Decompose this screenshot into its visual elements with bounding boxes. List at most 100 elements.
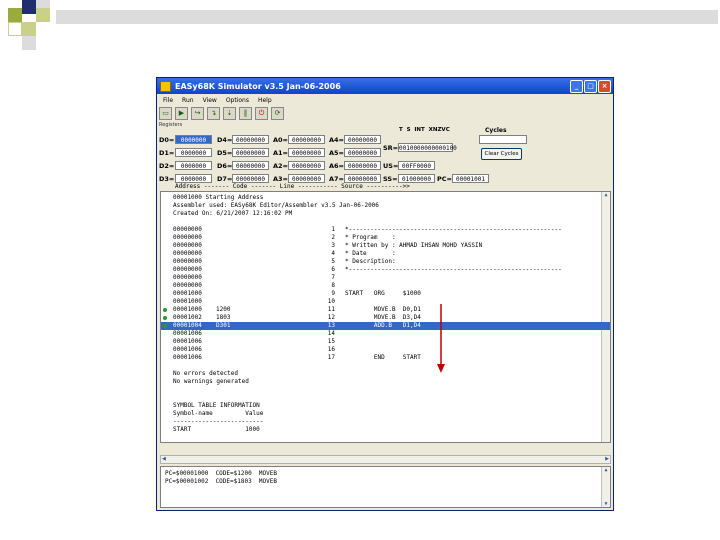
register-field[interactable]: 00000000	[232, 174, 269, 183]
register-label: A2=	[273, 162, 288, 170]
listing-row[interactable]	[161, 386, 610, 394]
listing-row[interactable]	[161, 362, 610, 370]
listing-row[interactable]: 00001006 17 END START	[161, 354, 610, 362]
listing-row[interactable]: 00001006 16	[161, 346, 610, 354]
register-field[interactable]: 00000000	[344, 148, 381, 157]
listing-address: 00001006	[173, 346, 202, 353]
scroll-down-icon[interactable]: ▼	[602, 501, 610, 507]
flags-header: T S INT XNZVC	[399, 127, 450, 133]
listing-pane[interactable]: ▲ 00001000 Starting Address Assembler use…	[160, 191, 611, 443]
listing-row[interactable]: 00001004 D301 13 ADD.B D1,D4	[161, 322, 610, 330]
register-field[interactable]: 0000000	[175, 135, 212, 144]
listing-row[interactable]: Created On: 6/21/2007 12:16:02 PM	[161, 210, 610, 218]
listing-row[interactable]: 00000000 3 * Written by : AHMAD IHSAN MOHD…	[161, 242, 610, 250]
output-scrollbar[interactable]: ▲ ▼	[601, 467, 610, 507]
listing-row[interactable]: No warnings generated	[161, 378, 610, 386]
listing-row[interactable]: SYMBOL TABLE INFORMATION	[161, 402, 610, 410]
listing-text: SYMBOL TABLE INFORMATION	[173, 402, 260, 409]
listing-address: 00001004	[173, 322, 202, 329]
close-icon[interactable]: ×	[598, 80, 611, 93]
scroll-left-icon[interactable]: ◀	[162, 456, 166, 462]
register-field[interactable]: 00000000	[288, 148, 325, 157]
app-icon	[160, 80, 171, 92]
listing-row[interactable]: 00000000 7	[161, 274, 610, 282]
maximize-icon[interactable]: □	[584, 80, 597, 93]
register-field[interactable]: 00000000	[344, 174, 381, 183]
reload-icon[interactable]: ⟳	[271, 107, 284, 120]
register-label: D1=	[159, 149, 175, 157]
menu-file[interactable]: File	[163, 97, 173, 104]
step-icon[interactable]: ⇣	[223, 107, 236, 120]
register-field[interactable]: 00000000	[288, 161, 325, 170]
listing-row[interactable]: 00001000 9 START ORG $1000	[161, 290, 610, 298]
register-field[interactable]: 00000000	[288, 174, 325, 183]
listing-line-number: 1	[331, 226, 335, 233]
listing-row[interactable]: 00001006 14	[161, 330, 610, 338]
register-field[interactable]: 00FF0000	[398, 161, 435, 170]
minimize-icon[interactable]: _	[570, 80, 583, 93]
listing-text: No warnings generated	[173, 378, 249, 385]
listing-row[interactable]: 00000000 5 * Description:	[161, 258, 610, 266]
scroll-up-icon[interactable]: ▲	[602, 467, 610, 473]
listing-column-header: Address ------- Code ------- Line ------…	[175, 183, 410, 190]
listing-row[interactable]: No errors detected	[161, 370, 610, 378]
menu-view[interactable]: View	[203, 97, 217, 104]
register-field[interactable]: 00000000	[232, 148, 269, 157]
horizontal-scrollbar[interactable]: ◀ ▶	[160, 455, 611, 464]
cycles-field[interactable]	[479, 135, 527, 144]
listing-row[interactable]: START 1000	[161, 426, 610, 434]
listing-line-number: 12	[327, 314, 335, 321]
register-field[interactable]: 0000000	[175, 161, 212, 170]
listing-row[interactable]: -------------------------	[161, 418, 610, 426]
menu-run[interactable]: Run	[182, 97, 194, 104]
listing-row[interactable]: 00001000 1200 11 MOVE.B D0,D1	[161, 306, 610, 314]
listing-row[interactable]: 00000000 4 * Date :	[161, 250, 610, 258]
register-field[interactable]: 00001001	[452, 174, 489, 183]
output-pane[interactable]: ▲ ▼ PC=$00001000 CODE=$1200 MOVEB PC=$000…	[160, 466, 611, 508]
open-icon[interactable]: ▭	[159, 107, 172, 120]
menu-help[interactable]: Help	[258, 97, 272, 104]
listing-row[interactable]: 00001000 10	[161, 298, 610, 306]
register-field[interactable]: 00000000	[232, 161, 269, 170]
reset-icon[interactable]: ⏻	[255, 107, 268, 120]
breakpoint-icon[interactable]	[163, 308, 167, 312]
step-over-icon[interactable]: ↪	[191, 107, 204, 120]
listing-row[interactable]	[161, 394, 610, 402]
listing-row[interactable]: 00000000 6 *------------------------------…	[161, 266, 610, 274]
register-field[interactable]: 00000000	[344, 135, 381, 144]
listing-row[interactable]: 00000000 2 * Program :	[161, 234, 610, 242]
listing-address: 00000000	[173, 282, 202, 289]
listing-row[interactable]	[161, 218, 610, 226]
listing-row[interactable]: 00001000 Starting Address	[161, 194, 610, 202]
simulator-window: EASy68K Simulator v3.5 Jan-06-2006 _ □ ×…	[156, 77, 614, 511]
register-field[interactable]: 01000000	[398, 174, 435, 183]
register-field[interactable]: 0000000	[175, 174, 212, 183]
trace-icon[interactable]: ↴	[207, 107, 220, 120]
listing-row[interactable]: 00001002 1803 12 MOVE.B D3,D4	[161, 314, 610, 322]
register-field[interactable]: 00000000	[232, 135, 269, 144]
register-field[interactable]: 00000000	[288, 135, 325, 144]
listing-row[interactable]: 00001006 15	[161, 338, 610, 346]
breakpoint-icon[interactable]	[163, 316, 167, 320]
scroll-right-icon[interactable]: ▶	[605, 456, 609, 462]
listing-row[interactable]: 00000000 1 *------------------------------…	[161, 226, 610, 234]
listing-line-number: 13	[327, 322, 335, 329]
register-field[interactable]: 0010000000000100	[398, 143, 457, 152]
breakpoint-icon[interactable]	[163, 324, 167, 328]
title-bar[interactable]: EASy68K Simulator v3.5 Jan-06-2006 _ □ ×	[157, 78, 613, 94]
listing-source: START ORG $1000	[345, 290, 421, 297]
register-field[interactable]: 0000000	[175, 148, 212, 157]
run-icon[interactable]: ▶	[175, 107, 188, 120]
clear-cycles-button[interactable]: Clear Cycles	[481, 148, 522, 160]
register-label: D0=	[159, 136, 175, 144]
listing-row[interactable]: Symbol-name Value	[161, 410, 610, 418]
listing-row[interactable]: Assembler used: EASy68K Editor/Assembler…	[161, 202, 610, 210]
listing-row[interactable]: 00000000 8	[161, 282, 610, 290]
listing-text: 00001000 Starting Address	[173, 194, 264, 201]
register-field[interactable]: 00000000	[344, 161, 381, 170]
pause-icon[interactable]: ‖	[239, 107, 252, 120]
register-label: A5=	[329, 149, 344, 157]
menu-options[interactable]: Options	[226, 97, 249, 104]
cycles-header: Cycles	[485, 127, 507, 134]
listing-address: 00000000	[173, 274, 202, 281]
